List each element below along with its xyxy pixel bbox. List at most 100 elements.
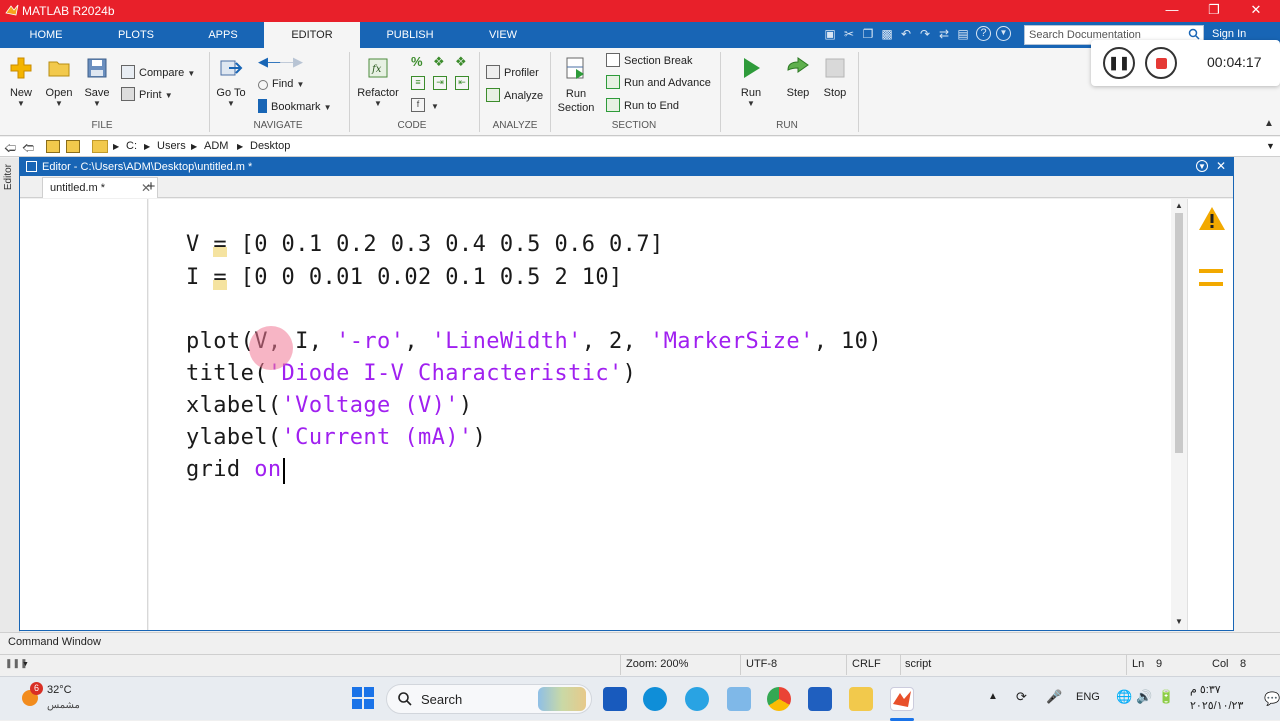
run-to-end-button[interactable]: Run to End: [606, 97, 679, 117]
panel-actions-icon[interactable]: ▼: [1196, 160, 1208, 172]
chrome-browser-icon[interactable]: [767, 687, 791, 711]
breadcrumb-drive[interactable]: C:: [126, 140, 137, 152]
wrap-comment-icon[interactable]: ❖: [455, 54, 467, 70]
volume-icon[interactable]: 🔊: [1136, 689, 1152, 705]
tab-publish[interactable]: PUBLISH: [378, 22, 442, 48]
run-section-button[interactable]: Run Section: [556, 56, 596, 115]
bookmark-button[interactable]: Bookmark ▼: [258, 98, 332, 118]
copy-icon[interactable]: ❐: [860, 26, 876, 42]
back-arrow-icon[interactable]: ◀―: [258, 54, 281, 70]
new-tab-button[interactable]: +: [140, 177, 162, 198]
layout-icon[interactable]: ▤: [955, 26, 971, 42]
settings-app-icon[interactable]: [727, 687, 751, 711]
tab-home[interactable]: HOME: [18, 22, 74, 48]
clock-time[interactable]: ٥:٣٧ م: [1190, 683, 1221, 696]
tab-plots[interactable]: PLOTS: [106, 22, 166, 48]
outdent-icon[interactable]: ⇤: [455, 76, 469, 90]
edge-browser-icon[interactable]: [643, 687, 667, 711]
telegram-app-icon[interactable]: [685, 687, 709, 711]
notifications-icon[interactable]: 💬: [1264, 691, 1280, 707]
expand-icon[interactable]: ▼: [996, 26, 1011, 41]
paste-icon[interactable]: ▩: [879, 26, 895, 42]
file-type[interactable]: script: [905, 658, 931, 670]
minimize-button[interactable]: —: [1152, 0, 1192, 22]
code-token: [0 0.1 0.2 0.3 0.4 0.5 0.6 0.7]: [226, 232, 664, 257]
compare-button[interactable]: Compare ▼: [121, 64, 195, 84]
warning-marker-icon[interactable]: [1199, 282, 1223, 286]
undo-icon[interactable]: ↶: [898, 26, 914, 42]
encoding[interactable]: UTF-8: [746, 658, 777, 670]
breadcrumb-adm[interactable]: ADM: [204, 140, 228, 152]
tray-overflow-icon[interactable]: ▲: [988, 691, 998, 702]
editor-side-tab[interactable]: Editor: [0, 158, 20, 632]
indent-icon[interactable]: ⇥: [433, 76, 447, 90]
open-button[interactable]: Open ▼: [44, 56, 74, 108]
word-app-icon[interactable]: [603, 687, 627, 711]
status-menu-icon[interactable]: ▼: [22, 661, 29, 668]
collapse-ribbon-icon[interactable]: ▲: [1264, 118, 1274, 129]
zoom-level[interactable]: Zoom: 200%: [626, 658, 688, 670]
language-indicator[interactable]: ENG: [1076, 691, 1100, 703]
tab-view[interactable]: VIEW: [476, 22, 530, 48]
network-icon[interactable]: 🌐: [1116, 689, 1132, 705]
tab-apps[interactable]: APPS: [196, 22, 250, 48]
step-button[interactable]: Step: [780, 56, 816, 99]
comment-percent-icon[interactable]: %: [411, 54, 423, 69]
back-icon[interactable]: 🢠: [4, 139, 16, 160]
profiler-button[interactable]: Profiler: [486, 64, 539, 84]
store-app-icon[interactable]: [808, 687, 832, 711]
refactor-button[interactable]: fx Refactor ▼: [355, 56, 401, 108]
format-icon[interactable]: f: [411, 98, 425, 112]
matlab-taskbar-icon[interactable]: [890, 687, 914, 711]
cut-icon[interactable]: ✂: [841, 26, 857, 42]
redo-icon[interactable]: ↷: [917, 26, 933, 42]
microphone-icon[interactable]: 🎤: [1046, 689, 1062, 705]
scroll-thumb[interactable]: [1175, 213, 1183, 453]
weather-temperature[interactable]: 32°C: [47, 684, 72, 696]
new-button[interactable]: New ▼: [6, 56, 36, 108]
clock-date[interactable]: ٢٠٢٥/١٠/٢٣: [1190, 699, 1243, 712]
uncomment-icon[interactable]: ❖: [433, 54, 445, 70]
address-dropdown-icon[interactable]: ▼: [1266, 141, 1275, 151]
find-button[interactable]: Find ▼: [258, 75, 304, 95]
battery-icon[interactable]: 🔋: [1158, 689, 1174, 705]
line-endings[interactable]: CRLF: [852, 658, 881, 670]
warning-marker-icon[interactable]: [1199, 269, 1223, 273]
switch-windows-icon[interactable]: ⇄: [936, 26, 952, 42]
save-icon[interactable]: ▣: [822, 26, 838, 42]
maximize-button[interactable]: ❐: [1194, 0, 1234, 22]
breadcrumb-desktop[interactable]: Desktop: [250, 140, 290, 152]
analyze-button[interactable]: Analyze: [486, 87, 543, 107]
vertical-scrollbar[interactable]: ▲ ▼: [1171, 199, 1187, 630]
close-window-button[interactable]: ✕: [1236, 0, 1276, 22]
run-end-label: Run to End: [624, 100, 680, 112]
run-button[interactable]: Run ▼: [733, 56, 769, 108]
scroll-up-icon[interactable]: ▲: [1175, 201, 1183, 210]
tab-editor[interactable]: EDITOR: [264, 22, 360, 48]
warning-triangle-icon[interactable]: [1198, 205, 1226, 233]
search-icon[interactable]: [1188, 28, 1200, 40]
print-button[interactable]: Print ▼: [121, 86, 173, 106]
up-folder-icon[interactable]: [46, 140, 60, 153]
scroll-down-icon[interactable]: ▼: [1175, 617, 1183, 626]
chevron-down-icon[interactable]: ▼: [431, 102, 439, 111]
breadcrumb-users[interactable]: Users: [157, 140, 186, 152]
browse-folder-icon[interactable]: [66, 140, 80, 153]
forward-arrow-icon[interactable]: ―▶: [280, 54, 303, 70]
command-window-tab[interactable]: Command Window: [0, 632, 1280, 652]
windows-start-icon[interactable]: [352, 687, 374, 709]
forward-icon[interactable]: 🢢: [22, 139, 34, 160]
save-button[interactable]: Save ▼: [82, 56, 112, 108]
close-editor-icon[interactable]: ✕: [1216, 159, 1226, 173]
stop-button[interactable]: Stop: [817, 56, 853, 99]
sync-icon[interactable]: ⟳: [1016, 689, 1027, 705]
section-break-button[interactable]: Section Break: [606, 52, 692, 72]
run-and-advance-button[interactable]: Run and Advance: [606, 74, 711, 94]
sign-in-link[interactable]: Sign In: [1212, 28, 1246, 40]
pause-button[interactable]: ❚❚: [1103, 47, 1135, 79]
help-icon[interactable]: ?: [976, 26, 991, 41]
file-explorer-icon[interactable]: [849, 687, 873, 711]
smart-indent-icon[interactable]: ≡: [411, 76, 425, 90]
stop-recording-button[interactable]: [1145, 47, 1177, 79]
goto-button[interactable]: Go To ▼: [214, 56, 248, 108]
